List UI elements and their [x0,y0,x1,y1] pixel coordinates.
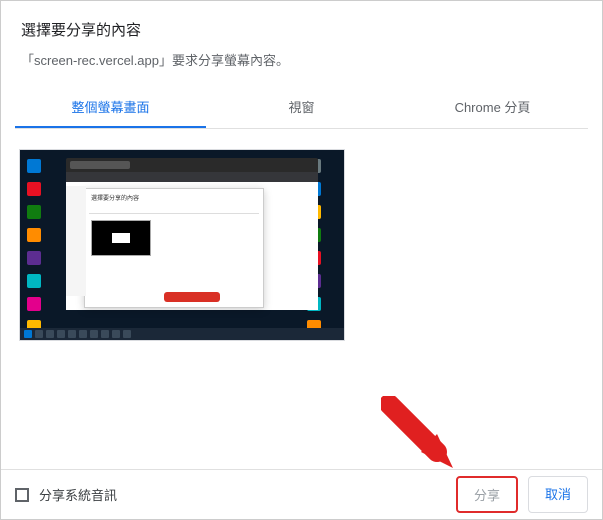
inner-dialog-title: 選擇要分享的內容 [85,189,263,206]
tab-entire-screen[interactable]: 整個螢幕畫面 [15,87,206,128]
screen-thumbnail[interactable]: 選擇要分享的內容 [19,149,345,341]
tab-chrome-tab[interactable]: Chrome 分頁 [397,87,588,128]
dialog-subtitle: 「screen-rec.vercel.app」要求分享螢幕內容。 [21,50,582,69]
annotation-arrow-icon [381,396,471,476]
dialog-title: 選擇要分享的內容 [21,19,582,40]
tab-window[interactable]: 視窗 [206,87,397,128]
share-audio-label[interactable]: 分享系統音訊 [39,485,117,504]
preview-area: 選擇要分享的內容 [1,129,602,361]
source-tabs: 整個螢幕畫面 視窗 Chrome 分頁 [15,87,588,129]
share-audio-checkbox[interactable] [15,488,29,502]
share-button[interactable]: 分享 [456,476,518,513]
cancel-button[interactable]: 取消 [528,476,588,513]
